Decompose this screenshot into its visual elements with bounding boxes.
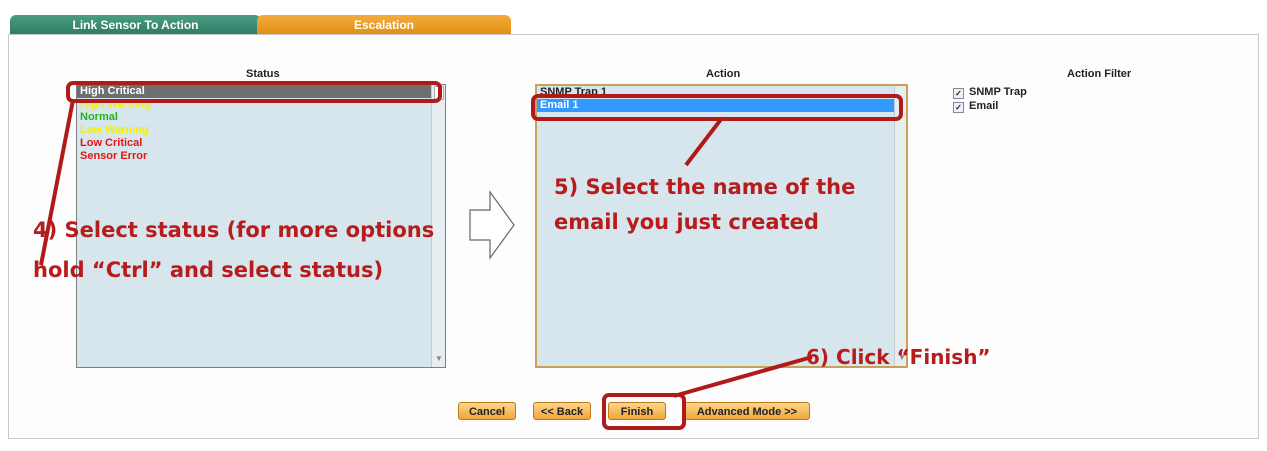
callout-box-status: [66, 81, 442, 103]
annotation-step4-line2: hold “Ctrl” and select status): [33, 258, 384, 282]
annotation-line-step5: [684, 116, 724, 167]
annotation-step6: 6) Click “Finish”: [806, 345, 991, 369]
annotation-line-step6: [673, 355, 813, 398]
annotation-step4-line1: 4) Select status (for more options: [33, 218, 435, 242]
callout-box-finish: [602, 393, 686, 430]
callout-box-email: [531, 94, 903, 121]
annotation-step5-line1: 5) Select the name of the: [554, 175, 856, 199]
annotation-step5-line2: email you just created: [554, 210, 819, 234]
